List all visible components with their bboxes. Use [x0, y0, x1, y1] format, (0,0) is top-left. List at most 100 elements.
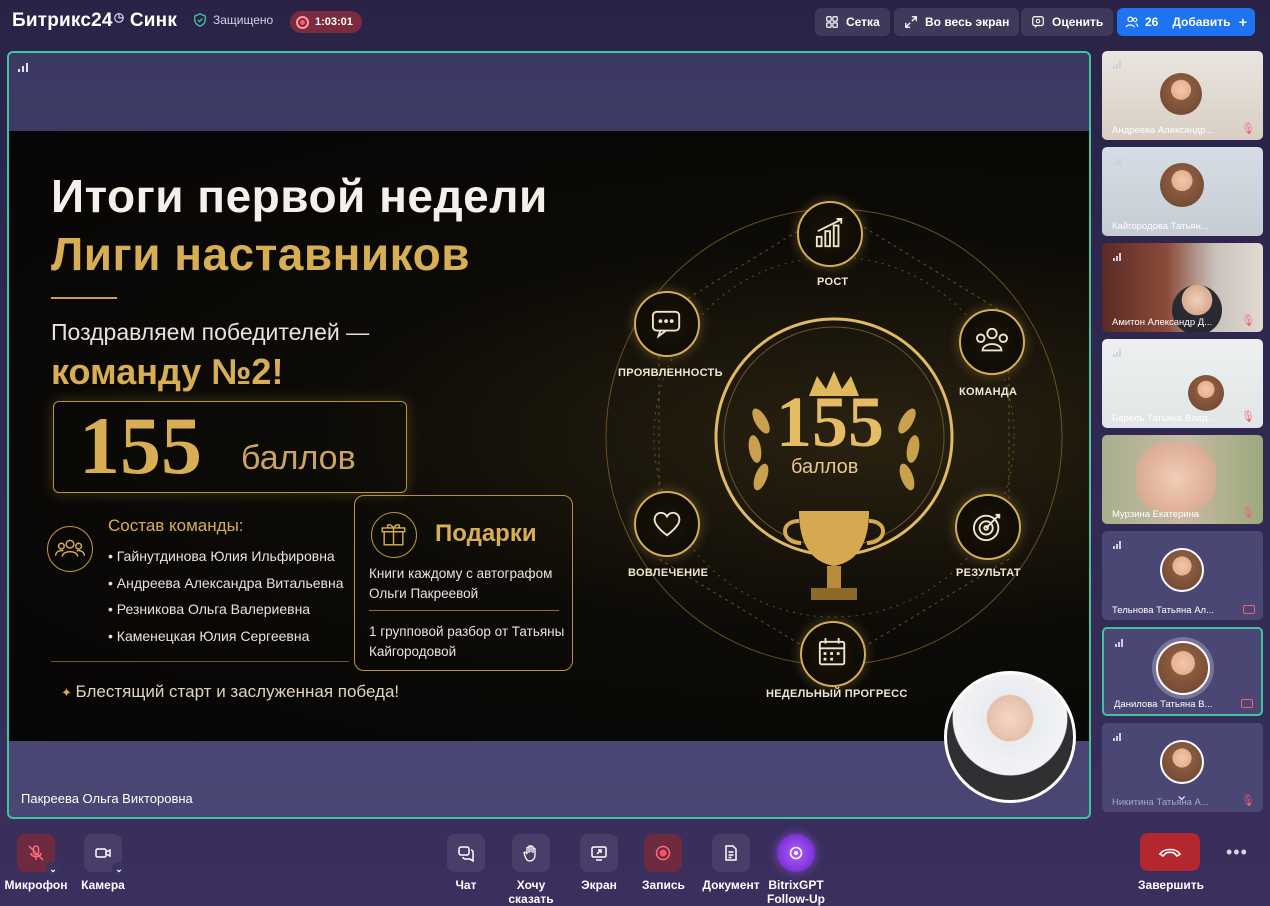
avatar	[1160, 163, 1204, 207]
signal-icon	[1113, 253, 1122, 261]
raise-hand-button[interactable]: Хочу сказать	[508, 834, 554, 906]
chat-bubble-icon	[634, 291, 700, 357]
add-participants-button[interactable]: 26 Добавить +	[1117, 8, 1255, 36]
brand-name: Битрикс24	[12, 10, 113, 31]
gifts-title: Подарки	[435, 520, 537, 547]
controls-bar: ⌄ Микрофон ⌄ Камера Чат Хочу сказать Экр…	[0, 826, 1270, 906]
divider	[51, 661, 349, 662]
gpt-label-2: Follow-Up	[767, 892, 825, 906]
participant-name: Амитон Александр Д...	[1112, 317, 1213, 328]
rate-label: Оценить	[1052, 15, 1104, 29]
wheel-label-engagement: ВОВЛЕЧЕНИЕ	[628, 567, 709, 579]
slide-congrats: Поздравляем победителей —	[51, 319, 370, 345]
ai-icon	[777, 834, 815, 872]
avatar	[1188, 375, 1224, 411]
screen-share-button[interactable]: Экран	[579, 834, 619, 892]
end-call-button[interactable]	[1140, 833, 1200, 871]
chart-up-icon	[797, 201, 863, 267]
mic-off-icon: 🎙	[1241, 411, 1255, 423]
wheel-label-result: РЕЗУЛЬТАТ	[956, 567, 1021, 579]
document-icon	[712, 834, 750, 872]
wheel-center-score: 155	[776, 382, 884, 462]
app-logo: Битрикс24◷ Синк	[12, 10, 177, 32]
speaker-name: Пакреева Ольга Викторовна	[21, 791, 193, 806]
record-button[interactable]: Запись	[642, 834, 685, 892]
signal-icon	[1113, 733, 1122, 741]
microphone-label: Микрофон	[4, 878, 68, 892]
rate-button[interactable]: Оценить	[1021, 8, 1114, 36]
clock-icon: ◷	[113, 10, 125, 24]
add-label: Добавить	[1172, 15, 1231, 29]
signal-icon	[18, 63, 29, 72]
top-bar: Битрикс24◷ Синк Защищено 1:03:01 Сетка В…	[0, 0, 1270, 44]
heart-icon	[634, 491, 700, 557]
recording-time: 1:03:01	[315, 16, 353, 28]
bitrixgpt-button[interactable]: BitrixGPT Follow-Up	[766, 834, 826, 906]
wheel-center-unit: баллов	[791, 456, 859, 478]
participants-sidebar[interactable]: ⌃ Андреева Александр... 🎙 Кайгородова Та…	[1102, 51, 1264, 821]
avatar	[1160, 73, 1202, 115]
main-video-stage[interactable]: Итоги первой недели Лиги наставников Поз…	[7, 51, 1091, 819]
record-icon	[296, 15, 309, 29]
slide-slogan: Блестящий старт и заслуженная победа!	[61, 682, 400, 702]
shield-icon	[194, 13, 206, 27]
more-icon[interactable]: •••	[1226, 842, 1248, 863]
record-label: Запись	[642, 878, 685, 892]
gift-item: 1 групповой разбор от Татьяны Кайгородов…	[369, 624, 565, 659]
wheel-label-activity: ПРОЯВЛЕННОСТЬ	[618, 367, 723, 379]
recording-timer[interactable]: 1:03:01	[290, 11, 362, 33]
participant-name: Мурзина Екатерина	[1112, 509, 1200, 520]
raise-hand-label: Хочу	[516, 878, 546, 892]
camera-label: Камера	[81, 878, 125, 892]
avatar	[1160, 548, 1204, 592]
plus-icon: +	[1238, 14, 1247, 30]
participant-tile[interactable]: ⌄ Никитина Татьяна А... 🎙	[1102, 723, 1263, 812]
participant-tile[interactable]: ⌃ Андреева Александр... 🎙	[1102, 51, 1263, 140]
mic-off-icon: 🎙	[1241, 315, 1255, 327]
chevron-down-icon[interactable]: ⌄	[46, 862, 60, 876]
fullscreen-label: Во весь экран	[925, 15, 1010, 29]
list-item: Резникова Ольга Валериевна	[108, 596, 343, 623]
participant-tile-active[interactable]: Данилова Татьяна В...	[1102, 627, 1263, 716]
chat-icon	[447, 834, 485, 872]
camera-off-icon	[1241, 699, 1253, 708]
slide-team: команду №2!	[51, 351, 284, 392]
gift-item: Книги каждому с автографом Ольги Пакреев…	[369, 566, 553, 601]
chevron-down-icon[interactable]: ⌄	[112, 862, 126, 876]
signal-icon	[1113, 157, 1122, 165]
end-call-label: Завершить	[1138, 878, 1205, 892]
participant-tile[interactable]: Мурзина Екатерина 🎙	[1102, 435, 1263, 524]
secure-label: Защищено	[213, 13, 274, 27]
gift-icon	[371, 512, 417, 558]
grid-button[interactable]: Сетка	[815, 8, 890, 36]
screen-label: Экран	[581, 878, 617, 892]
target-icon	[955, 494, 1021, 560]
microphone-button[interactable]: ⌄ Микрофон	[4, 834, 68, 892]
document-label: Документ	[702, 878, 760, 892]
participant-name: Тельнова Татьяна Ал...	[1112, 605, 1214, 616]
self-view-camera[interactable]	[944, 671, 1076, 803]
chat-button[interactable]: Чат	[446, 834, 486, 892]
screen-share-icon	[580, 834, 618, 872]
camera-button[interactable]: ⌄ Камера	[76, 834, 130, 892]
calendar-icon	[800, 621, 866, 687]
divider	[51, 297, 117, 299]
avatar	[1136, 443, 1216, 513]
avatar	[1160, 740, 1204, 784]
wheel-label-weekly: НЕДЕЛЬНЫЙ ПРОГРЕСС	[766, 688, 908, 700]
mic-off-icon: 🎙	[1241, 123, 1255, 135]
hangup-icon	[1158, 848, 1182, 858]
list-item: Гайнутдинова Юлия Ильфировна	[108, 543, 343, 570]
participant-tile[interactable]: Барель Татьяна Влад... 🎙	[1102, 339, 1263, 428]
participant-tile[interactable]: Тельнова Татьяна Ал...	[1102, 531, 1263, 620]
participant-name: Кайгородова Татьян...	[1112, 221, 1209, 232]
expand-icon	[905, 16, 917, 28]
participant-tile[interactable]: Амитон Александр Д... 🎙	[1102, 243, 1263, 332]
divider	[369, 610, 559, 611]
participant-name: Андреева Александр...	[1112, 125, 1214, 136]
brand-suffix: Синк	[129, 10, 178, 31]
fullscreen-button[interactable]: Во весь экран	[894, 8, 1020, 36]
team-member-list: Гайнутдинова Юлия Ильфировна Андреева Ал…	[108, 543, 344, 649]
document-button[interactable]: Документ	[701, 834, 761, 892]
participant-tile[interactable]: Кайгородова Татьян...	[1102, 147, 1263, 236]
